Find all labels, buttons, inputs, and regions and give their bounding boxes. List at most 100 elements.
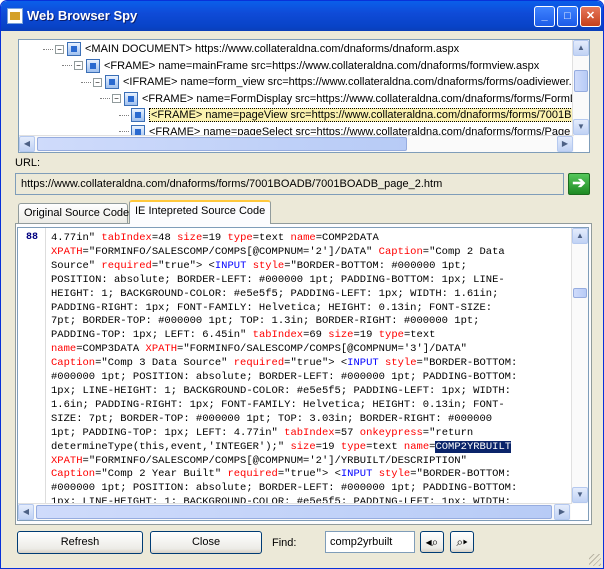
code-attribute: Caption xyxy=(378,245,423,258)
code-line: HEIGHT: 1; BACKGROUND-COLOR: #e5e5f5; PA… xyxy=(51,288,569,302)
code-attribute: style xyxy=(252,259,285,272)
tree-item-label: <IFRAME> name=form_view src=https://www.… xyxy=(123,76,578,88)
code-vertical-scrollbar[interactable]: ▲ ▼ xyxy=(571,228,588,504)
resize-grip[interactable] xyxy=(589,554,601,566)
code-tag: INPUT xyxy=(347,357,379,370)
tree-item[interactable]: − <FRAME> name=FormDisplay src=https://ww… xyxy=(100,91,580,107)
scroll-down-icon[interactable]: ▼ xyxy=(573,119,589,135)
tree-item[interactable]: <FRAME> name=pageView src=https://www.co… xyxy=(119,107,574,123)
frame-tree[interactable]: − <MAIN DOCUMENT> https://www.collaterald… xyxy=(18,39,590,153)
code-line: #000000 1pt; POSITION: absolute; BORDER-… xyxy=(51,482,569,496)
code-line: 1.6in; PADDING-RIGHT: 1px; FONT-FAMILY: … xyxy=(51,399,569,413)
tree-item[interactable]: − <IFRAME> name=form_view src=https://www… xyxy=(81,74,578,90)
url-label: URL: xyxy=(15,157,41,169)
title-bar[interactable]: Web Browser Spy _ □ ✕ xyxy=(1,1,603,31)
frame-icon xyxy=(105,75,119,90)
url-field[interactable]: https://www.collateraldna.com/dnaforms/f… xyxy=(15,173,564,195)
tab-original-source[interactable]: Original Source Code xyxy=(18,203,129,223)
maximize-button[interactable]: □ xyxy=(557,6,578,27)
code-attribute: tabIndex xyxy=(252,329,304,342)
tree-connector xyxy=(81,81,91,83)
scroll-thumb[interactable] xyxy=(573,288,587,298)
tree-item[interactable]: − <MAIN DOCUMENT> https://www.collaterald… xyxy=(43,41,459,57)
code-line: 4.77in" tabIndex=48 size=19 type=text na… xyxy=(51,232,569,246)
code-text: ="Comp 3 Data Source" xyxy=(95,357,234,370)
code-horizontal-scrollbar[interactable]: ◀ ▶ xyxy=(18,503,571,520)
find-input[interactable]: comp2yrbuilt xyxy=(325,531,415,553)
tree-vertical-scrollbar[interactable]: ▲ ▼ xyxy=(572,40,589,136)
code-line: Caption="Comp 3 Data Source" required="t… xyxy=(51,357,569,371)
code-text: ="BORDER-BOTTOM: xyxy=(410,468,512,481)
scroll-right-icon[interactable]: ▶ xyxy=(554,504,570,520)
code-text: ="true"> < xyxy=(284,357,348,370)
code-attribute: size xyxy=(177,232,203,244)
scroll-right-icon[interactable]: ▶ xyxy=(557,136,573,152)
code-attribute: required xyxy=(233,357,285,370)
code-text: =text xyxy=(403,329,436,342)
collapse-icon[interactable]: − xyxy=(112,94,121,104)
code-line: 1pt; PADDING-TOP: 1px; LEFT: 4.77in" tab… xyxy=(51,427,569,441)
scroll-thumb[interactable] xyxy=(36,505,552,519)
code-text: #000000 1pt; POSITION: absolute; BORDER-… xyxy=(51,371,518,384)
code-text: ="FORMINFO/SALESCOMP/COMPS[@COMPNUM='2']… xyxy=(82,454,467,467)
code-text: ="Comp 2 Year Built" xyxy=(95,468,228,481)
frame-icon xyxy=(124,91,138,106)
collapse-icon[interactable]: − xyxy=(74,61,83,71)
tree-connector xyxy=(62,65,72,67)
scroll-left-icon[interactable]: ◀ xyxy=(18,504,34,520)
code-text: =COMP2DATA xyxy=(315,232,379,244)
code-attribute: required xyxy=(227,468,278,481)
tree-item[interactable]: − <FRAME> name=mainFrame src=https://www.… xyxy=(62,58,539,74)
code-text: ="return xyxy=(422,426,474,439)
binoculars-next-icon[interactable]: ⌕▸ xyxy=(450,531,474,553)
code-attribute: Caption xyxy=(51,468,96,481)
code-line: 1px; LINE-HEIGHT: 1; BACKGROUND-COLOR: #… xyxy=(51,385,569,399)
arrow-right-icon[interactable]: ➔ xyxy=(568,173,590,195)
code-text: =19 xyxy=(353,329,379,342)
code-line: PADDING-RIGHT: 1px; FONT-FAMILY: Helveti… xyxy=(51,302,569,316)
code-attribute: name xyxy=(403,440,430,453)
close-button[interactable]: Close xyxy=(150,531,262,554)
code-text: 7pt; BORDER-TOP: #000000 1pt; TOP: 1.3in… xyxy=(51,315,480,328)
tree-item-label: <FRAME> name=FormDisplay src=https://www… xyxy=(142,92,581,105)
tree-connector xyxy=(43,48,53,50)
collapse-icon[interactable]: − xyxy=(55,44,64,54)
window-title: Web Browser Spy xyxy=(27,8,138,23)
scroll-down-icon[interactable]: ▼ xyxy=(572,487,588,503)
line-gutter: 88 xyxy=(18,228,46,520)
tree-item-label: <MAIN DOCUMENT> https://www.collateraldn… xyxy=(85,43,460,55)
code-attribute: type xyxy=(340,440,367,453)
code-attribute: XPATH xyxy=(145,343,178,356)
code-text: 1px; LINE-HEIGHT: 1; BACKGROUND-COLOR: #… xyxy=(51,384,511,397)
code-line: PADDING-TOP: 1px; LEFT: 6.45in" tabIndex… xyxy=(51,329,569,343)
tab-ie-interpreted-source[interactable]: IE Intepreted Source Code xyxy=(129,200,271,224)
scroll-thumb[interactable] xyxy=(574,70,588,92)
code-line: POSITION: absolute; BORDER-LEFT: #000000… xyxy=(51,274,569,288)
refresh-button[interactable]: Refresh xyxy=(17,531,143,554)
tree-horizontal-scrollbar[interactable]: ◀ ▶ xyxy=(19,135,574,152)
code-text: ="true"> < xyxy=(151,259,215,272)
code-text: PADDING-TOP: 1px; LEFT: 6.45in" xyxy=(51,329,253,342)
code-text: 1pt; PADDING-TOP: 1px; LEFT: 4.77in" xyxy=(51,426,285,439)
code-line: determineType(this,event,'INTEGER');" si… xyxy=(51,440,569,455)
tree-item-label: <FRAME> name=pageView src=https://www.co… xyxy=(149,108,574,122)
close-window-button[interactable]: ✕ xyxy=(580,6,601,27)
frame-icon xyxy=(67,42,81,57)
code-attribute: required xyxy=(101,259,152,272)
scroll-thumb[interactable] xyxy=(37,137,407,151)
minimize-button[interactable]: _ xyxy=(534,6,555,27)
code-attribute: onkeypress xyxy=(359,426,423,439)
code-text: =19 xyxy=(315,440,341,453)
code-attribute: size xyxy=(290,440,316,453)
scroll-up-icon[interactable]: ▲ xyxy=(572,228,588,244)
code-text: ="FORMINFO/SALESCOMP/COMPS[@COMPNUM='3']… xyxy=(177,343,467,356)
scroll-up-icon[interactable]: ▲ xyxy=(573,40,589,56)
source-code-view[interactable]: 88 4.77in" tabIndex=48 size=19 type=text… xyxy=(17,227,589,521)
source-code-text[interactable]: 4.77in" tabIndex=48 size=19 type=text na… xyxy=(51,232,569,504)
code-text: PADDING-RIGHT: 1px; FONT-FAMILY: Helveti… xyxy=(51,301,493,314)
code-attribute: name xyxy=(290,232,316,244)
code-text: ="FORMINFO/SALESCOMP/COMPS[@COMPNUM='2']… xyxy=(82,245,379,258)
binoculars-prev-icon[interactable]: ◂⌕ xyxy=(420,531,444,553)
collapse-icon[interactable]: − xyxy=(93,77,102,87)
scroll-left-icon[interactable]: ◀ xyxy=(19,136,35,152)
